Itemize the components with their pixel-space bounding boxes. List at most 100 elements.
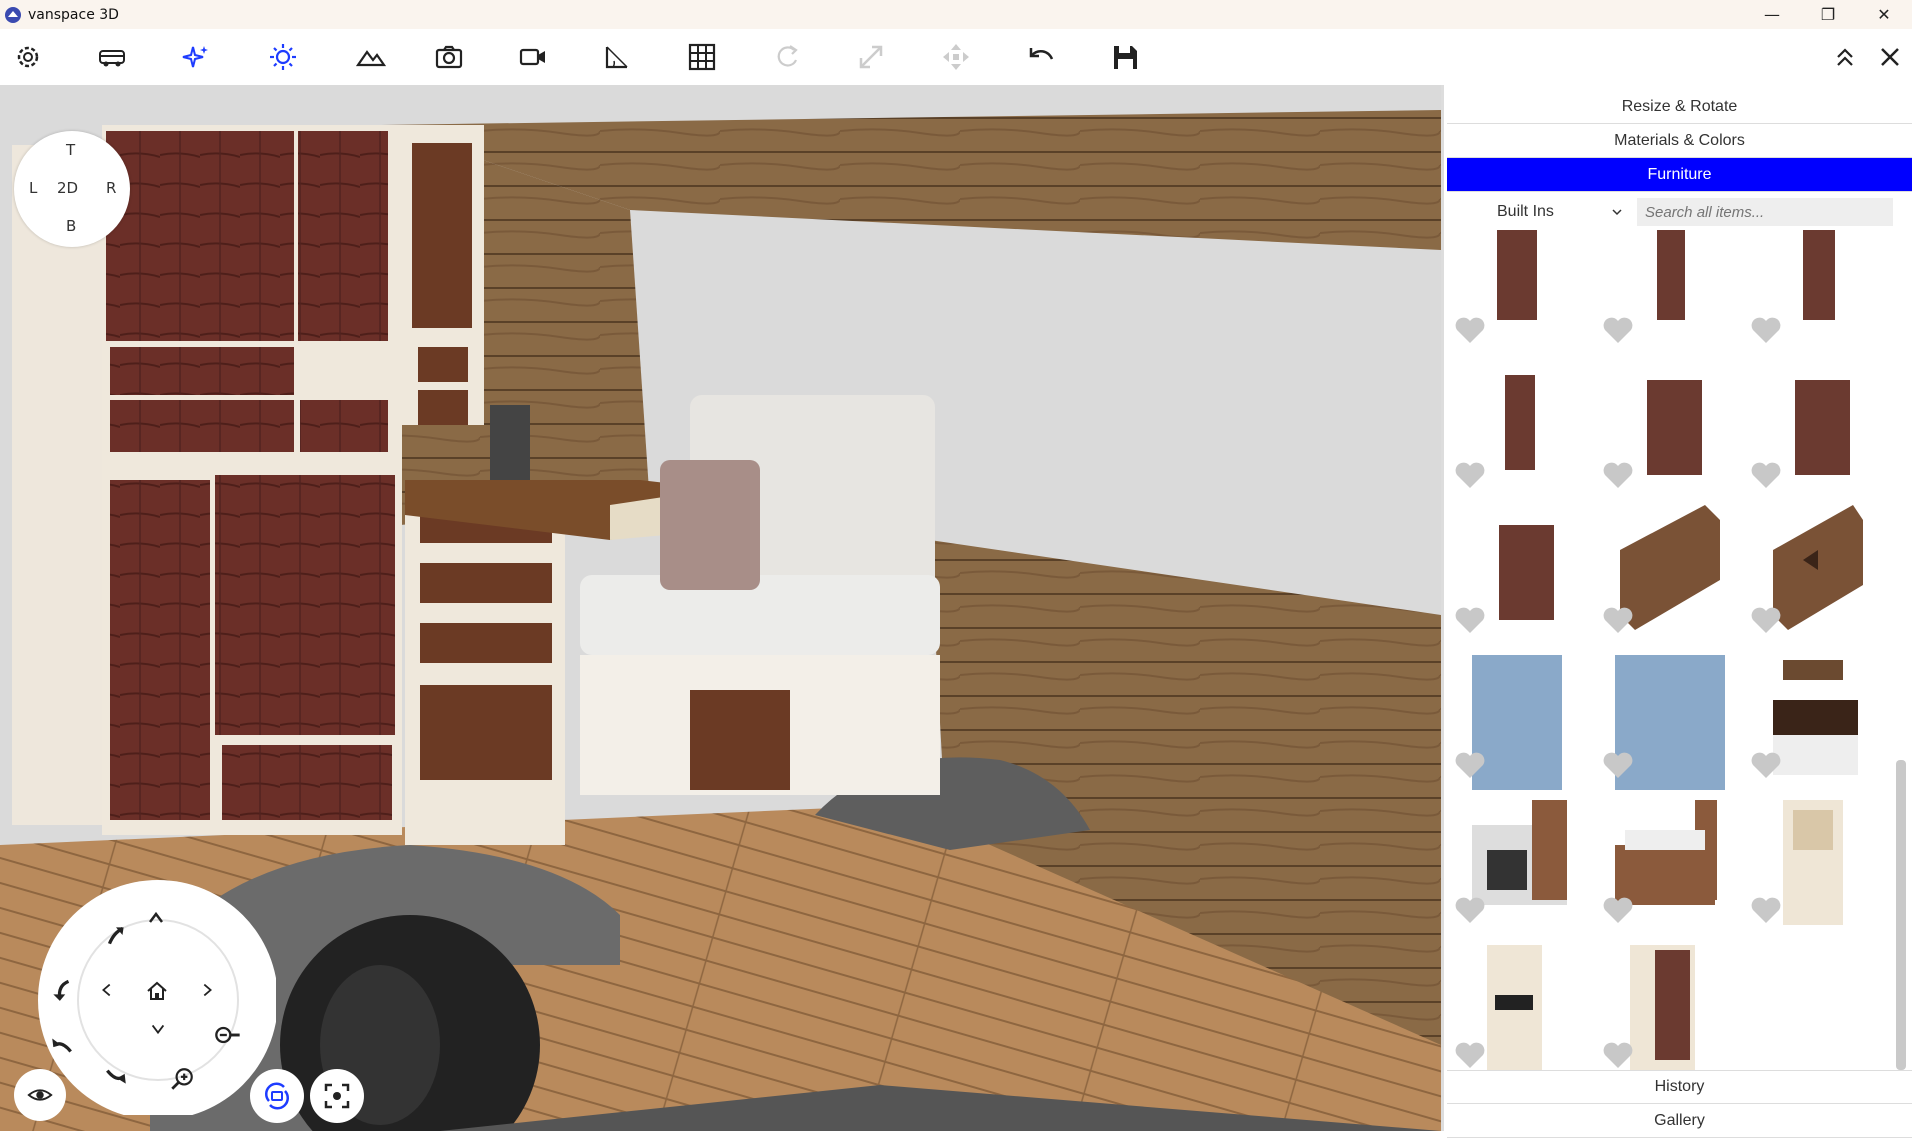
screenshot-button[interactable] <box>423 29 475 85</box>
view-cube[interactable]: T L 2D R B <box>14 131 130 247</box>
environment-button[interactable] <box>345 29 397 85</box>
zoom-in-icon[interactable] <box>162 1059 202 1099</box>
move-button[interactable] <box>930 29 982 85</box>
filter-row: Built Ins <box>1447 194 1912 230</box>
close-icon <box>1881 48 1899 66</box>
panel-scrollbar[interactable] <box>1896 760 1906 1070</box>
3d-viewport[interactable]: T L 2D R B <box>0 85 1441 1131</box>
furniture-item[interactable] <box>1447 500 1587 645</box>
rotate-icon <box>777 45 798 67</box>
move-icon <box>943 44 969 70</box>
sun-icon <box>270 44 296 70</box>
orbit-left-arrow-icon[interactable] <box>42 1025 82 1065</box>
furniture-item[interactable] <box>1743 355 1883 500</box>
lighting-button[interactable] <box>257 29 309 85</box>
section-furniture[interactable]: Furniture <box>1447 158 1912 192</box>
favorite-heart-icon[interactable] <box>1453 750 1487 780</box>
pan-left-arrow-icon[interactable] <box>92 975 122 1005</box>
side-panel: Resize & Rotate Materials & Colors Furni… <box>1441 85 1912 1138</box>
furniture-item[interactable] <box>1595 935 1735 1070</box>
favorite-heart-icon[interactable] <box>1601 895 1635 925</box>
view-left-button[interactable]: L <box>29 179 37 197</box>
furniture-item[interactable] <box>1595 355 1735 500</box>
chevron-down-icon <box>1612 209 1622 216</box>
favorite-heart-icon[interactable] <box>1749 605 1783 635</box>
zoom-out-icon[interactable] <box>208 1015 248 1055</box>
favorite-heart-icon[interactable] <box>1453 1040 1487 1070</box>
eye-icon <box>27 1089 53 1101</box>
orbit-down-arrow-icon[interactable] <box>42 970 82 1010</box>
favorite-heart-icon[interactable] <box>1749 315 1783 345</box>
view-top-button[interactable]: T <box>66 141 75 159</box>
favorite-heart-icon[interactable] <box>1453 460 1487 490</box>
pan-down-arrow-icon[interactable] <box>134 1010 182 1048</box>
favorite-heart-icon[interactable] <box>1453 605 1487 635</box>
undo-icon <box>1029 48 1054 60</box>
save-icon <box>1114 46 1137 69</box>
furniture-item[interactable] <box>1447 355 1587 500</box>
furniture-item[interactable] <box>1595 230 1735 355</box>
maximize-button[interactable]: ❐ <box>1800 0 1856 29</box>
favorite-heart-icon[interactable] <box>1453 895 1487 925</box>
main-toolbar <box>0 29 1912 85</box>
van-icon <box>99 50 125 67</box>
furniture-item[interactable] <box>1743 230 1883 355</box>
pan-up-arrow-icon[interactable] <box>136 903 176 933</box>
settings-button[interactable] <box>2 29 54 85</box>
rotate-camera-icon <box>264 1082 290 1110</box>
settings-icon <box>17 46 39 68</box>
navigation-pad[interactable] <box>36 875 276 1115</box>
close-panel-button[interactable] <box>1864 29 1912 85</box>
undo-button[interactable] <box>1015 29 1067 85</box>
furniture-item[interactable] <box>1447 645 1587 795</box>
furniture-item[interactable] <box>1743 500 1883 645</box>
view-right-button[interactable]: R <box>106 179 116 197</box>
grid-icon <box>688 43 716 71</box>
furniture-item[interactable] <box>1447 935 1587 1070</box>
focus-target-icon <box>324 1083 350 1109</box>
section-gallery[interactable]: Gallery <box>1447 1104 1912 1138</box>
section-history[interactable]: History <box>1447 1070 1912 1104</box>
save-button[interactable] <box>1099 29 1151 85</box>
favorite-heart-icon[interactable] <box>1601 1040 1635 1070</box>
resize-button[interactable] <box>845 29 897 85</box>
minimize-button[interactable]: — <box>1744 0 1800 29</box>
favorite-heart-icon[interactable] <box>1601 460 1635 490</box>
furniture-item[interactable] <box>1743 645 1883 790</box>
van-button[interactable] <box>86 29 138 85</box>
rotate-button[interactable] <box>761 29 813 85</box>
close-window-button[interactable]: ✕ <box>1856 0 1912 29</box>
pan-right-arrow-icon[interactable] <box>192 975 222 1005</box>
focus-button[interactable] <box>310 1069 364 1123</box>
furniture-item[interactable] <box>1595 790 1735 935</box>
furniture-item[interactable] <box>1595 645 1735 795</box>
measure-button[interactable] <box>591 29 643 85</box>
orbit-up-arrow-icon[interactable] <box>96 915 136 955</box>
furniture-item[interactable] <box>1447 790 1587 935</box>
furniture-item[interactable] <box>1447 230 1587 355</box>
favorite-heart-icon[interactable] <box>1749 750 1783 780</box>
favorite-heart-icon[interactable] <box>1749 895 1783 925</box>
favorite-heart-icon[interactable] <box>1601 315 1635 345</box>
category-dropdown[interactable]: Built Ins <box>1447 197 1637 227</box>
auto-rotate-button[interactable] <box>250 1069 304 1123</box>
section-materials-colors[interactable]: Materials & Colors <box>1447 124 1912 158</box>
video-button[interactable] <box>507 29 559 85</box>
ai-sparkle-button[interactable] <box>170 29 222 85</box>
favorite-heart-icon[interactable] <box>1749 460 1783 490</box>
furniture-grid <box>1447 230 1909 1070</box>
grid-button[interactable] <box>676 29 728 85</box>
favorite-heart-icon[interactable] <box>1453 315 1487 345</box>
favorite-heart-icon[interactable] <box>1601 605 1635 635</box>
favorite-heart-icon[interactable] <box>1601 750 1635 780</box>
home-icon[interactable] <box>140 975 174 1007</box>
furniture-item[interactable] <box>1743 790 1883 935</box>
view-bottom-button[interactable]: B <box>66 217 76 235</box>
furniture-item[interactable] <box>1595 500 1735 645</box>
section-resize-rotate[interactable]: Resize & Rotate <box>1447 90 1912 124</box>
orbit-right-arrow-icon[interactable] <box>96 1055 136 1095</box>
app-logo-icon <box>5 6 21 23</box>
visibility-button[interactable] <box>14 1069 66 1121</box>
search-input[interactable] <box>1637 198 1893 226</box>
view-2d-button[interactable]: 2D <box>57 179 78 197</box>
